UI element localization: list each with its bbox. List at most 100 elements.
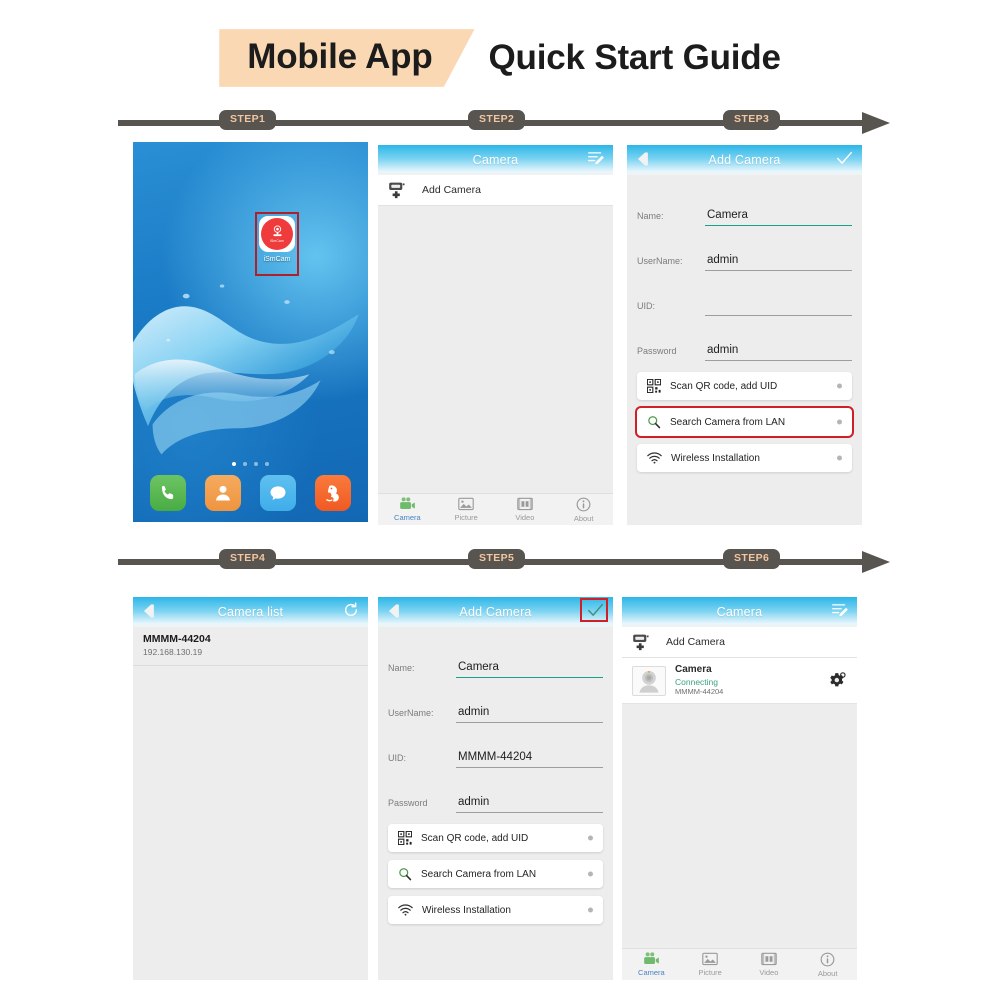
field-uid-input[interactable] <box>705 299 852 316</box>
lan-result-list: MMMM-44204 192.168.130.19 <box>133 627 368 666</box>
tab-about[interactable]: About <box>554 497 613 523</box>
step3-phone-add-camera: Add Camera Name: Camera UserName: admin <box>627 145 862 525</box>
water-splash-graphic <box>133 284 359 455</box>
back-arrow-icon[interactable] <box>142 603 156 619</box>
camera-item-status: Connecting <box>675 676 719 687</box>
wireless-installation-button[interactable]: Wireless Installation <box>388 896 603 924</box>
camera-list-screen: Camera Add Camera <box>622 597 857 980</box>
edit-list-icon[interactable] <box>831 602 848 618</box>
field-username: UserName: admin <box>388 678 603 723</box>
add-camera-row[interactable]: Add Camera <box>622 627 857 658</box>
wifi-icon <box>647 452 662 464</box>
header-title: Camera list <box>217 605 284 619</box>
chevron-dot-icon <box>837 419 842 425</box>
scan-qr-code-button[interactable]: Scan QR code, add UID <box>637 372 852 400</box>
back-arrow-icon[interactable] <box>387 603 401 619</box>
field-password-label: Password <box>388 798 428 808</box>
step5-phone-add-camera-filled: Add Camera Name: Camera UserName: admin <box>378 597 613 980</box>
edit-list-glyph-icon <box>832 604 848 617</box>
page-title-badge: Mobile App <box>219 29 475 87</box>
tab-camera-label: Camera <box>638 968 665 977</box>
field-name-input[interactable]: Camera <box>705 209 852 226</box>
tab-bar: Camera Picture Video About <box>378 493 613 525</box>
field-uid-input[interactable]: MMMM-44204 <box>456 751 603 768</box>
field-password-label: Password <box>637 346 677 356</box>
tab-video-label: Video <box>515 513 535 522</box>
field-password-input[interactable]: admin <box>705 344 852 361</box>
step6-phone-camera-connecting: Camera Add Camera Camera Connecting MMMM… <box>622 597 857 980</box>
edit-list-icon[interactable] <box>587 150 604 166</box>
page-dot <box>265 462 269 466</box>
ismcam-icon-inner-label: iSmCam <box>270 239 284 243</box>
camera-list-item[interactable]: Camera Connecting MMMM-44204 <box>622 658 857 704</box>
page-title: Mobile App Quick Start Guide <box>0 28 1000 88</box>
field-name: Name: Camera <box>637 181 852 226</box>
qr-code-icon <box>398 831 412 845</box>
tab-camera[interactable]: Camera <box>378 497 437 522</box>
add-camera-label: Add Camera <box>422 184 481 196</box>
field-name-input[interactable]: Camera <box>456 661 603 678</box>
arrow-head-icon <box>862 112 890 134</box>
messages-dock-icon[interactable] <box>259 475 296 511</box>
camera-settings-button[interactable] <box>827 671 847 691</box>
field-password-input[interactable]: admin <box>456 796 603 813</box>
search-camera-lan-button[interactable]: Search Camera from LAN <box>388 860 603 888</box>
search-camera-lan-button[interactable]: Search Camera from LAN <box>635 406 854 438</box>
back-arrow-icon[interactable] <box>636 151 650 167</box>
add-camera-icon <box>389 182 405 199</box>
add-camera-icon <box>633 634 649 651</box>
field-name-label: Name: <box>637 211 664 221</box>
wireless-installation-button[interactable]: Wireless Installation <box>637 444 852 472</box>
ismcam-app-icon-highlight[interactable]: iSmCam iSmCam <box>255 212 299 276</box>
field-username-input[interactable]: admin <box>456 706 603 723</box>
contacts-dock-icon[interactable] <box>205 475 242 511</box>
tab-picture-label: Picture <box>454 513 478 522</box>
gear-icon <box>830 671 846 686</box>
chevron-dot-icon <box>588 871 593 877</box>
scan-qr-code-button[interactable]: Scan QR code, add UID <box>388 824 603 852</box>
tab-video-label: Video <box>759 968 779 977</box>
step1-phone-home-screen: iSmCam iSmCam <box>133 142 368 522</box>
tab-bar: Camera Picture Video About <box>622 948 857 980</box>
lan-result-item[interactable]: MMMM-44204 192.168.130.19 <box>133 627 368 666</box>
field-password: Password admin <box>637 316 852 361</box>
lan-result-ip: 192.168.130.19 <box>143 646 203 657</box>
step-pill-3: STEP3 <box>723 110 781 130</box>
add-camera-form: Name: Camera UserName: admin UID: Passwo… <box>627 175 862 525</box>
ismcam-app-icon[interactable]: iSmCam <box>259 216 295 252</box>
search-icon <box>399 868 412 881</box>
info-icon <box>576 497 591 511</box>
confirm-check-icon[interactable] <box>836 150 853 166</box>
back-arrow-glyph-icon <box>143 604 154 618</box>
camera-item-name: Camera <box>675 664 712 676</box>
tab-picture[interactable]: Picture <box>681 952 740 977</box>
camcorder-icon <box>644 952 659 965</box>
tab-about[interactable]: About <box>798 952 857 978</box>
lan-list-body <box>133 665 368 980</box>
wireless-installation-label: Wireless Installation <box>671 452 760 464</box>
camera-device-icon <box>639 670 659 693</box>
add-camera-screen: Add Camera Name: Camera UserName: admin <box>627 145 862 525</box>
arrow-head-icon <box>862 551 890 573</box>
info-icon <box>820 952 835 966</box>
tab-video[interactable]: Video <box>740 952 799 977</box>
ismcam-app-label: iSmCam <box>263 256 291 263</box>
chevron-dot-icon <box>837 455 842 461</box>
camera-thumbnail <box>632 665 666 696</box>
tab-camera[interactable]: Camera <box>622 952 681 977</box>
phone-dock-icon[interactable] <box>150 475 187 511</box>
refresh-icon[interactable] <box>343 602 359 618</box>
field-username-input[interactable]: admin <box>705 254 852 271</box>
page-dot <box>243 462 247 466</box>
check-glyph-icon <box>836 151 853 164</box>
field-name: Name: Camera <box>388 633 603 678</box>
uc-browser-dock-icon[interactable] <box>314 475 351 511</box>
page-dot <box>232 462 236 466</box>
add-camera-row[interactable]: Add Camera <box>378 175 613 206</box>
tab-picture-label: Picture <box>698 968 722 977</box>
camcorder-icon <box>400 497 415 510</box>
field-username: UserName: admin <box>637 226 852 271</box>
tab-video[interactable]: Video <box>496 497 555 522</box>
tab-picture[interactable]: Picture <box>437 497 496 522</box>
quick-start-guide-page: Mobile App Quick Start Guide STEP1 STEP2… <box>0 0 1000 1000</box>
